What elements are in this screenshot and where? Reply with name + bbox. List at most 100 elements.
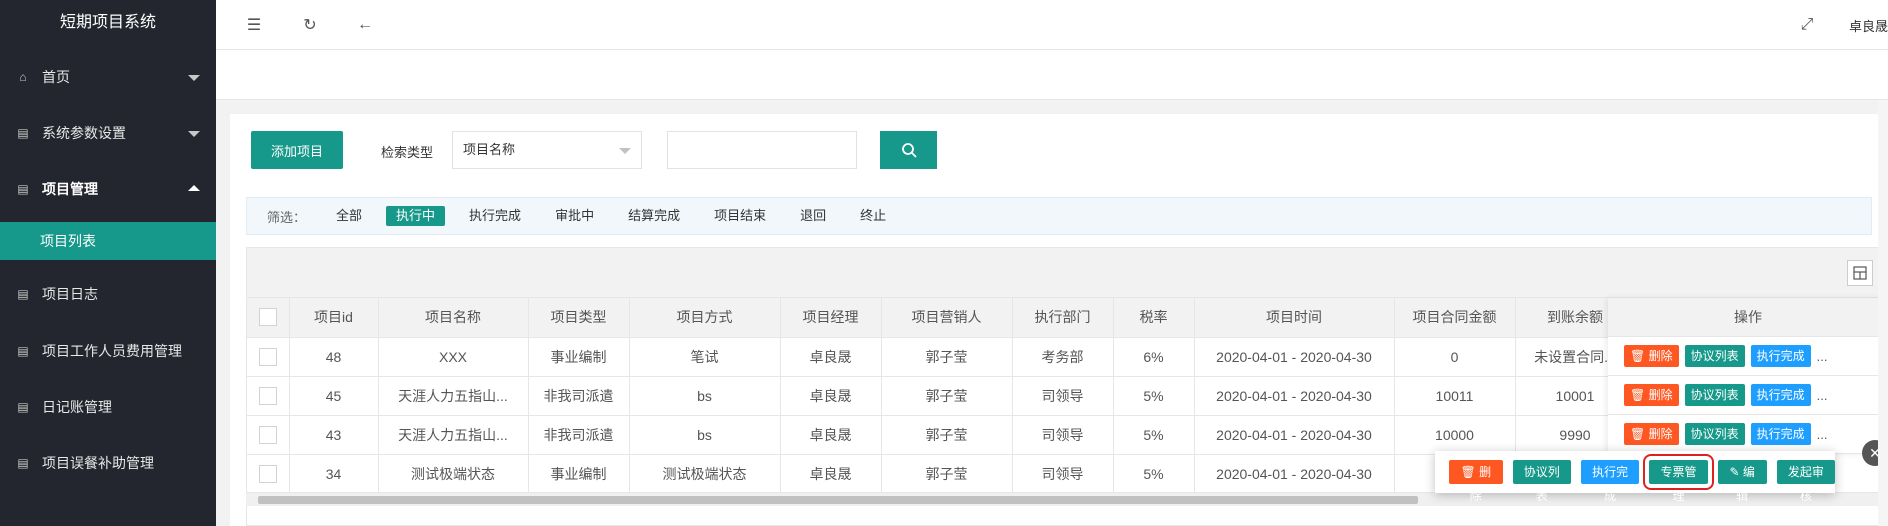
sidebar-item-system-settings[interactable]: ▤ 系统参数设置 bbox=[0, 105, 216, 161]
table-cell: 事业编制 bbox=[528, 454, 630, 494]
column-header[interactable]: 项目名称 bbox=[378, 298, 529, 338]
delete-button[interactable]: 🗑 删除 bbox=[1624, 423, 1679, 445]
popup-invoice-management-button[interactable]: 专票管理 bbox=[1643, 454, 1714, 503]
sidebar-subitem-project-list[interactable]: 项目列表 bbox=[0, 222, 216, 260]
column-header[interactable]: 项目营销人 bbox=[881, 298, 1013, 338]
add-project-button[interactable]: 添加项目 bbox=[251, 131, 343, 169]
table-cell: 考务部 bbox=[1012, 337, 1114, 377]
trash-icon: 🗑 bbox=[1630, 427, 1646, 441]
back-arrow-icon[interactable]: ← bbox=[354, 14, 376, 36]
table-cell: XXX bbox=[378, 337, 529, 377]
complete-button[interactable]: 执行完成 bbox=[1750, 384, 1811, 406]
sidebar-item-journal[interactable]: ▤ 日记账管理 bbox=[0, 379, 216, 435]
table-cell: 测试极端状态 bbox=[629, 454, 781, 494]
trash-icon: 🗑 bbox=[1630, 388, 1646, 402]
column-header[interactable]: 项目时间 bbox=[1194, 298, 1395, 338]
fullscreen-icon[interactable]: ⤢ bbox=[1796, 14, 1818, 36]
table-cell: 卓良晟 bbox=[780, 376, 882, 416]
column-header[interactable]: 税率 bbox=[1113, 298, 1195, 338]
filter-completed[interactable]: 执行完成 bbox=[459, 206, 531, 226]
search-button[interactable] bbox=[880, 131, 937, 169]
data-table: 项目id 项目名称 项目类型 项目方式 项目经理 项目营销人 执行部门 税率 项… bbox=[247, 298, 1636, 494]
search-icon bbox=[901, 143, 917, 158]
row-select-cell bbox=[247, 376, 290, 416]
complete-button[interactable]: 执行完成 bbox=[1750, 423, 1811, 445]
sidebar-item-staff-cost[interactable]: ▤ 项目工作人员费用管理 bbox=[0, 323, 216, 379]
search-type-value: 项目名称 bbox=[463, 142, 516, 157]
trash-icon: 🗑 bbox=[1460, 465, 1476, 479]
delete-button[interactable]: 🗑 删除 bbox=[1624, 384, 1679, 406]
filter-ended[interactable]: 项目结束 bbox=[704, 206, 776, 226]
chevron-up-icon bbox=[188, 185, 200, 191]
agreement-list-button[interactable]: 协议列表 bbox=[1684, 384, 1745, 406]
column-header: 操作 bbox=[1608, 298, 1887, 337]
popup-review-button[interactable]: 发起审核 bbox=[1776, 460, 1836, 503]
table-row[interactable]: 48 XXX 事业编制 笔试 卓良晟 郭子莹 考务部 6% 2020-04-01… bbox=[247, 337, 1636, 377]
row-checkbox[interactable] bbox=[258, 464, 277, 483]
table-cell: 非我司派遣 bbox=[528, 415, 630, 455]
complete-button[interactable]: 执行完成 bbox=[1750, 345, 1811, 367]
column-header[interactable]: 执行部门 bbox=[1012, 298, 1114, 338]
popup-agreement-list-button[interactable]: 协议列表 bbox=[1512, 460, 1571, 503]
table-cell: 测试极端状态 bbox=[378, 454, 529, 494]
more-actions[interactable]: ... bbox=[1817, 388, 1828, 403]
more-actions[interactable]: ... bbox=[1817, 427, 1828, 442]
row-checkbox[interactable] bbox=[258, 386, 277, 405]
scrollbar-thumb[interactable] bbox=[258, 496, 1418, 504]
sidebar-item-label: 系统参数设置 bbox=[42, 125, 126, 141]
chevron-down-icon bbox=[188, 75, 200, 81]
filter-settled[interactable]: 结算完成 bbox=[618, 206, 690, 226]
search-type-select[interactable]: 项目名称 bbox=[452, 131, 642, 169]
popup-delete-button[interactable]: 🗑 删除 bbox=[1449, 460, 1503, 503]
column-filter-button[interactable] bbox=[1847, 260, 1873, 286]
filter-terminated[interactable]: 终止 bbox=[850, 206, 896, 226]
filter-all[interactable]: 全部 bbox=[326, 206, 372, 226]
table-cell: 34 bbox=[289, 454, 379, 494]
refresh-icon[interactable]: ↻ bbox=[299, 14, 321, 36]
agreement-list-button[interactable]: 协议列表 bbox=[1684, 423, 1745, 445]
row-checkbox[interactable] bbox=[258, 425, 277, 444]
table-row[interactable]: 45 天涯人力五指山... 非我司派遣 bs 卓良晟 郭子莹 司领导 5% 20… bbox=[247, 376, 1636, 416]
table-cell: 天涯人力五指山... bbox=[378, 376, 529, 416]
table-row[interactable]: 43 天涯人力五指山... 非我司派遣 bs 卓良晟 郭子莹 司领导 5% 20… bbox=[247, 415, 1636, 455]
more-actions[interactable]: ... bbox=[1817, 349, 1828, 364]
vertical-scrollbar[interactable] bbox=[1878, 100, 1888, 526]
popup-edit-button[interactable]: ✎ 编辑 bbox=[1717, 460, 1767, 503]
delete-label: 删除 bbox=[1648, 427, 1673, 441]
sidebar-item-project-log[interactable]: ▤ 项目日志 bbox=[0, 266, 216, 322]
table-cell: 0 bbox=[1394, 337, 1516, 377]
filter-returned[interactable]: 退回 bbox=[790, 206, 836, 226]
app-title: 短期项目系统 bbox=[59, 14, 156, 31]
agreement-list-button[interactable]: 协议列表 bbox=[1684, 345, 1745, 367]
column-header[interactable]: 项目合同金额 bbox=[1394, 298, 1516, 338]
sidebar-item-meal-subsidy[interactable]: ▤ 项目误餐补助管理 bbox=[0, 435, 216, 491]
search-input[interactable] bbox=[667, 131, 857, 169]
column-header[interactable]: 项目id bbox=[289, 298, 379, 338]
popup-complete-button[interactable]: 执行完成 bbox=[1580, 460, 1640, 503]
doc-icon: ▤ bbox=[17, 400, 29, 414]
select-all-checkbox[interactable] bbox=[258, 308, 277, 327]
table-cell: 卓良晟 bbox=[780, 454, 882, 494]
column-header[interactable]: 项目方式 bbox=[629, 298, 781, 338]
table-row[interactable]: 34 测试极端状态 事业编制 测试极端状态 卓良晟 郭子莹 司领导 5% 202… bbox=[247, 454, 1636, 494]
chevron-down-icon bbox=[188, 131, 200, 137]
table-cell: 天涯人力五指山... bbox=[378, 415, 529, 455]
filter-approving[interactable]: 审批中 bbox=[545, 206, 604, 226]
sidebar-item-label: 项目日志 bbox=[42, 286, 98, 302]
filter-bar: 筛选： 全部 执行中 执行完成 审批中 结算完成 项目结束 退回 终止 bbox=[246, 197, 1872, 235]
menu-toggle-icon[interactable]: ☰ bbox=[243, 14, 265, 36]
doc-icon: ▤ bbox=[17, 182, 29, 196]
column-header[interactable]: 项目类型 bbox=[528, 298, 630, 338]
horizontal-scrollbar[interactable] bbox=[246, 492, 1888, 506]
user-name[interactable]: 卓良晟 bbox=[1849, 16, 1888, 35]
row-checkbox[interactable] bbox=[258, 347, 277, 366]
delete-button[interactable]: 🗑 删除 bbox=[1624, 345, 1679, 367]
column-header[interactable]: 项目经理 bbox=[780, 298, 882, 338]
sidebar-item-project-management[interactable]: ▤ 项目管理 bbox=[0, 161, 216, 217]
table-cell: 5% bbox=[1113, 415, 1195, 455]
table-cell: 5% bbox=[1113, 454, 1195, 494]
table-cell: 司领导 bbox=[1012, 376, 1114, 416]
grid-icon bbox=[1853, 266, 1867, 280]
sidebar-item-home[interactable]: ⌂ 首页 bbox=[0, 49, 216, 105]
filter-in-progress[interactable]: 执行中 bbox=[386, 206, 446, 226]
